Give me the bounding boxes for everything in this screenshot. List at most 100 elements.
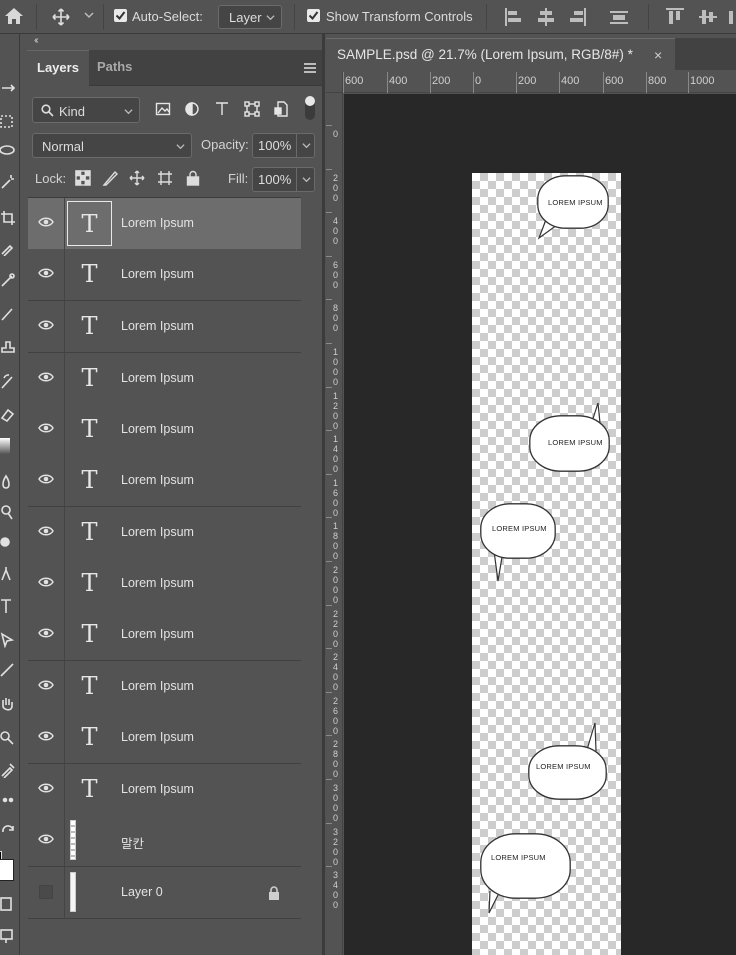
type-filter-icon[interactable] [214,101,230,117]
blend-mode-dropdown[interactable]: Normal [32,133,192,158]
layer-row[interactable]: T Lorem Ipsum [28,249,301,301]
align-horizontal-center-icon[interactable] [537,8,555,26]
home-icon[interactable] [4,6,24,26]
pixel-filter-icon[interactable] [155,101,171,117]
adjustment-filter-icon[interactable] [184,101,200,117]
eye-icon[interactable] [38,782,54,794]
layer-name[interactable]: Lorem Ipsum [121,216,194,230]
layer-name[interactable]: Lorem Ipsum [121,679,194,693]
panel-collapse-button[interactable]: ‹‹ [34,35,38,46]
layer-name[interactable]: Lorem Ipsum [121,422,194,436]
visibility-toggle[interactable] [28,558,65,609]
panel-divider[interactable] [322,34,325,955]
shape-filter-icon[interactable] [244,101,260,117]
smart-object-filter-icon[interactable] [274,101,290,117]
layer-row[interactable]: T Lorem Ipsum [28,764,301,816]
tab-paths[interactable]: Paths [87,50,142,86]
lock-transparent-pixels-icon[interactable] [75,170,91,186]
eye-icon[interactable] [38,576,54,588]
eyedropper-icon[interactable] [0,240,16,256]
visibility-toggle[interactable] [28,867,65,918]
eye-icon[interactable] [38,319,54,331]
panel-menu-icon[interactable] [304,63,316,73]
brush-icon[interactable] [0,306,16,322]
align-vertical-center-icon[interactable] [699,8,717,26]
vertical-ruler[interactable]: 0 200 400 600 800 1000 1200 1400 1600 1800 2000 220… [326,93,343,955]
horizontal-ruler[interactable]: 600 400 200 0 200 400 600 800 1000 [343,72,736,93]
layer-row[interactable]: T Lorem Ipsum [28,661,301,713]
marquee-icon[interactable] [0,114,16,130]
visibility-toggle[interactable] [28,712,65,763]
layer-name[interactable]: 말칸 [121,833,144,852]
history-brush-icon[interactable] [0,374,16,390]
panel-scrollbar[interactable] [303,197,322,955]
layer-name[interactable]: Lorem Ipsum [121,267,194,281]
dodge-icon[interactable] [0,504,16,520]
layer-row[interactable]: T Lorem Ipsum [28,301,301,353]
lock-artboard-icon[interactable] [157,170,173,186]
chevron-down-icon[interactable] [302,141,311,150]
magic-wand-icon[interactable] [0,174,16,190]
align-right-icon[interactable] [568,8,586,26]
close-icon[interactable]: × [654,47,662,63]
hand-icon[interactable] [0,696,16,712]
speech-bubble[interactable]: LOREM IPSUM [529,402,610,472]
layer-row[interactable]: T Lorem Ipsum [28,353,301,405]
layer-row[interactable]: T Lorem Ipsum [28,609,301,661]
layer-name[interactable]: Lorem Ipsum [121,473,194,487]
move-tool-icon[interactable] [52,8,70,26]
fill-field[interactable]: 100% [252,167,315,192]
eye-icon[interactable] [38,833,54,845]
layer-row[interactable]: T Lorem Ipsum [28,558,301,610]
layer-name[interactable]: Lorem Ipsum [121,576,194,590]
layer-row[interactable]: T Lorem Ipsum [28,198,301,250]
lock-position-icon[interactable] [129,170,145,186]
eye-icon[interactable] [38,267,54,279]
chevron-down-icon[interactable] [84,10,94,20]
move-icon[interactable] [0,80,16,96]
eye-icon[interactable] [38,679,54,691]
ruler-origin[interactable] [326,72,343,93]
layer-row[interactable]: T Lorem Ipsum [28,507,301,559]
eye-icon[interactable] [38,422,54,434]
visibility-toggle[interactable] [28,815,65,866]
layer-row[interactable]: T Lorem Ipsum [28,712,301,764]
more-tools-icon[interactable] [0,792,16,808]
document-tab[interactable]: SAMPLE.psd @ 21.7% (Lorem Ipsum, RGB/8#)… [326,38,675,70]
layer-row[interactable]: T Lorem Ipsum [28,455,301,507]
visibility-toggle[interactable] [28,764,65,815]
hidden-eye-box[interactable] [39,885,53,899]
speech-bubble[interactable]: LOREM IPSUM [480,503,556,582]
visibility-toggle[interactable] [28,404,65,455]
layer-name[interactable]: Lorem Ipsum [121,730,194,744]
edit-toolbar-icon[interactable] [0,762,16,778]
dot-icon[interactable] [0,534,16,550]
layer-name[interactable]: Lorem Ipsum [121,525,194,539]
visibility-toggle[interactable] [28,609,65,660]
speech-bubble[interactable]: LOREM IPSUM [537,175,609,240]
speech-bubble[interactable]: LOREM IPSUM [480,833,571,914]
zoom-icon[interactable] [0,730,16,746]
auto-select-checkbox[interactable] [114,9,127,22]
speech-bubble[interactable]: LOREM IPSUM [528,722,607,800]
visibility-toggle[interactable] [28,507,65,558]
eye-icon[interactable] [38,627,54,639]
layer-name[interactable]: Lorem Ipsum [121,782,194,796]
visibility-toggle[interactable] [28,301,65,352]
layer-name[interactable]: Lorem Ipsum [121,371,194,385]
swap-colors-icon[interactable] [0,824,16,840]
path-selection-icon[interactable] [0,632,16,648]
align-left-icon[interactable] [505,8,523,26]
lock-all-icon[interactable] [185,170,201,186]
align-top-icon[interactable] [666,8,684,26]
eye-icon[interactable] [38,216,54,228]
gradient-icon[interactable] [0,438,10,454]
tab-layers[interactable]: Layers [27,50,89,86]
screen-mode-icon[interactable] [0,928,16,944]
quick-mask-icon[interactable] [0,896,16,912]
layer-row[interactable]: Layer 0 [28,867,301,919]
visibility-toggle[interactable] [28,661,65,712]
visibility-toggle[interactable] [28,249,65,300]
auto-select-target-dropdown[interactable]: Layer [218,5,282,29]
opacity-field[interactable]: 100% [252,133,315,158]
